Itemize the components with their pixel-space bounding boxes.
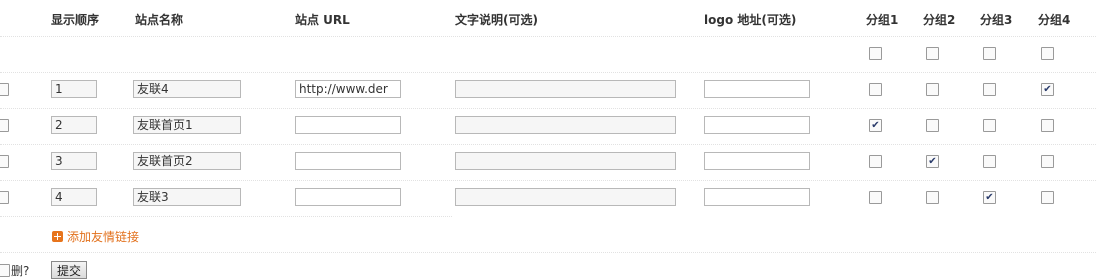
- group-2-checkbox[interactable]: [926, 155, 939, 168]
- site-name-input[interactable]: 友联首页1: [133, 116, 241, 134]
- site-url-input[interactable]: http://www.der: [295, 80, 401, 98]
- description-input[interactable]: [455, 80, 676, 98]
- row-divider: [0, 252, 1096, 253]
- group-2-checkbox[interactable]: [926, 119, 939, 132]
- display-order-input[interactable]: 4: [51, 188, 97, 206]
- check-all-group-2[interactable]: [926, 47, 939, 60]
- check-all-group-3[interactable]: [983, 47, 996, 60]
- site-name-input[interactable]: 友联3: [133, 188, 241, 206]
- group-3-checkbox[interactable]: [983, 83, 996, 96]
- delete-label: 删?: [11, 264, 30, 278]
- row-divider: [0, 144, 1096, 145]
- row-divider: [0, 216, 452, 217]
- group-1-checkbox[interactable]: [869, 83, 882, 96]
- header-site-url: 站点 URL: [295, 13, 350, 27]
- row-divider: [0, 180, 1096, 181]
- submit-button[interactable]: 提交: [51, 261, 87, 279]
- group-4-checkbox[interactable]: [1041, 83, 1054, 96]
- description-input[interactable]: [455, 116, 676, 134]
- header-site-name: 站点名称: [135, 13, 184, 27]
- row-divider: [0, 108, 1096, 109]
- logo-url-input[interactable]: [704, 116, 810, 134]
- logo-url-input[interactable]: [704, 80, 810, 98]
- header-group-3: 分组3: [980, 13, 1013, 27]
- group-1-checkbox[interactable]: [869, 191, 882, 204]
- group-4-checkbox[interactable]: [1041, 119, 1054, 132]
- site-url-input[interactable]: [295, 116, 401, 134]
- header-group-1: 分组1: [866, 13, 899, 27]
- description-input[interactable]: [455, 188, 676, 206]
- group-2-checkbox[interactable]: [926, 83, 939, 96]
- site-url-input[interactable]: [295, 152, 401, 170]
- check-all-group-1[interactable]: [869, 47, 882, 60]
- row-delete-checkbox[interactable]: [0, 191, 9, 204]
- display-order-input[interactable]: 3: [51, 152, 97, 170]
- header-group-2: 分组2: [923, 13, 956, 27]
- delete-checkbox[interactable]: [0, 264, 10, 277]
- logo-url-input[interactable]: [704, 152, 810, 170]
- group-2-checkbox[interactable]: [926, 191, 939, 204]
- header-logo-url: logo 地址(可选): [704, 13, 797, 27]
- row-delete-checkbox[interactable]: [0, 155, 9, 168]
- check-all-group-4[interactable]: [1041, 47, 1054, 60]
- header-group-4: 分组4: [1038, 13, 1071, 27]
- group-1-checkbox[interactable]: [869, 119, 882, 132]
- group-3-checkbox[interactable]: [983, 155, 996, 168]
- site-url-input[interactable]: [295, 188, 401, 206]
- add-link-label: 添加友情链接: [67, 230, 140, 244]
- group-1-checkbox[interactable]: [869, 155, 882, 168]
- plus-square-icon: [52, 231, 63, 242]
- row-divider: [0, 72, 1096, 73]
- add-link-button[interactable]: 添加友情链接: [52, 228, 139, 245]
- group-4-checkbox[interactable]: [1041, 155, 1054, 168]
- header-description: 文字说明(可选): [455, 13, 538, 27]
- group-3-checkbox[interactable]: [983, 191, 996, 204]
- display-order-input[interactable]: 1: [51, 80, 97, 98]
- row-delete-checkbox[interactable]: [0, 119, 9, 132]
- group-4-checkbox[interactable]: [1041, 191, 1054, 204]
- group-3-checkbox[interactable]: [983, 119, 996, 132]
- row-divider: [0, 36, 1096, 37]
- logo-url-input[interactable]: [704, 188, 810, 206]
- header-display-order: 显示顺序: [51, 13, 100, 27]
- row-delete-checkbox[interactable]: [0, 83, 9, 96]
- description-input[interactable]: [455, 152, 676, 170]
- site-name-input[interactable]: 友联4: [133, 80, 241, 98]
- display-order-input[interactable]: 2: [51, 116, 97, 134]
- site-name-input[interactable]: 友联首页2: [133, 152, 241, 170]
